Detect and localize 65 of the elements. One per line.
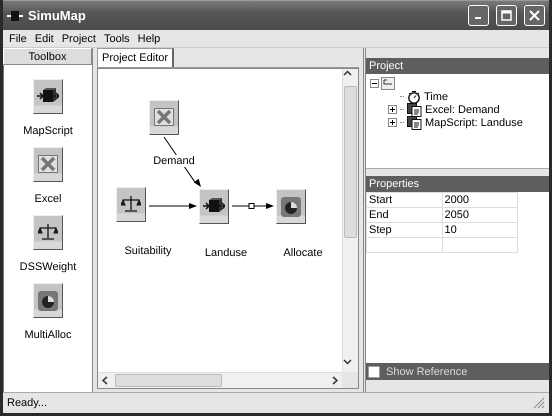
module-node[interactable] — [199, 189, 229, 224]
window-title: SimuMap — [28, 8, 87, 23]
collapse-toggle-icon[interactable] — [370, 79, 379, 88]
menu-item[interactable]: File — [5, 32, 31, 44]
minimize-button[interactable] — [468, 5, 489, 26]
cube-arrows-icon — [37, 87, 59, 105]
module-node[interactable] — [116, 187, 146, 222]
pie-chart-icon — [38, 291, 58, 311]
maximize-button[interactable] — [496, 5, 517, 26]
panel-header: Project — [366, 58, 549, 74]
toolbox-item[interactable]: Excel — [8, 147, 88, 205]
property-value[interactable]: 10 — [442, 222, 518, 238]
connector-arrow — [232, 203, 274, 209]
module-tile[interactable] — [33, 283, 63, 318]
vertical-scrollbar[interactable] — [342, 69, 358, 372]
toolbox-item[interactable]: MultiAlloc — [8, 283, 88, 341]
app-icon — [7, 8, 23, 22]
flow-node-icon[interactable] — [381, 77, 395, 90]
resize-grip-icon[interactable] — [533, 397, 545, 409]
menu-item[interactable]: Edit — [30, 32, 58, 44]
spreadsheet-x-icon — [154, 108, 174, 126]
module-node[interactable] — [149, 100, 179, 135]
menu-item[interactable]: Tools — [100, 32, 134, 44]
toolbox-item[interactable]: DSSWeight — [8, 215, 88, 273]
documents-icon — [407, 116, 422, 130]
spreadsheet-x-icon — [38, 155, 58, 173]
toolbox-item[interactable]: MapScript — [8, 79, 88, 137]
node-label: Allocate — [283, 247, 323, 259]
property-value[interactable]: 2000 — [442, 192, 518, 208]
tree-item[interactable]: MapScript: Landuse — [425, 116, 523, 128]
expand-toggle-icon[interactable] — [388, 105, 397, 114]
property-name: End — [366, 208, 442, 222]
module-node[interactable] — [276, 189, 306, 224]
connector-arrow — [148, 203, 197, 209]
scrollbar-corner — [342, 372, 358, 388]
property-name: Start — [366, 192, 442, 208]
expand-toggle-icon[interactable] — [388, 118, 397, 127]
documents-icon — [407, 102, 422, 116]
node-label: Landuse — [204, 247, 248, 259]
module-tile[interactable] — [33, 79, 63, 114]
module-tile[interactable] — [33, 215, 63, 250]
menu-item[interactable]: Project — [58, 32, 100, 44]
horizontal-scrollbar[interactable] — [98, 372, 342, 388]
node-label: Demand — [153, 155, 195, 167]
menu-item[interactable]: Help — [134, 32, 164, 44]
stopwatch-icon — [407, 90, 421, 104]
node-label: Suitability — [124, 245, 172, 257]
checkbox-label: Show Reference — [386, 366, 468, 378]
status-text: Ready... — [7, 397, 48, 409]
close-button[interactable] — [524, 5, 545, 26]
property-value[interactable]: 2050 — [442, 208, 518, 222]
property-name: Step — [366, 222, 442, 238]
close-icon — [529, 10, 540, 21]
module-tile[interactable] — [33, 147, 63, 182]
panel-header: Properties — [366, 176, 549, 192]
scales-icon — [121, 195, 141, 213]
maximize-icon — [501, 10, 512, 21]
editor-tab[interactable]: Project Editor — [97, 48, 174, 67]
pie-chart-icon — [281, 197, 301, 217]
toolbox-header-button[interactable]: Toolbox — [3, 48, 92, 65]
tree-item[interactable]: Excel: Demand — [425, 104, 500, 116]
tree-item[interactable]: Time — [424, 90, 448, 102]
checkbox[interactable] — [368, 366, 380, 378]
scales-icon — [38, 223, 58, 241]
cube-arrows-icon — [203, 197, 225, 215]
